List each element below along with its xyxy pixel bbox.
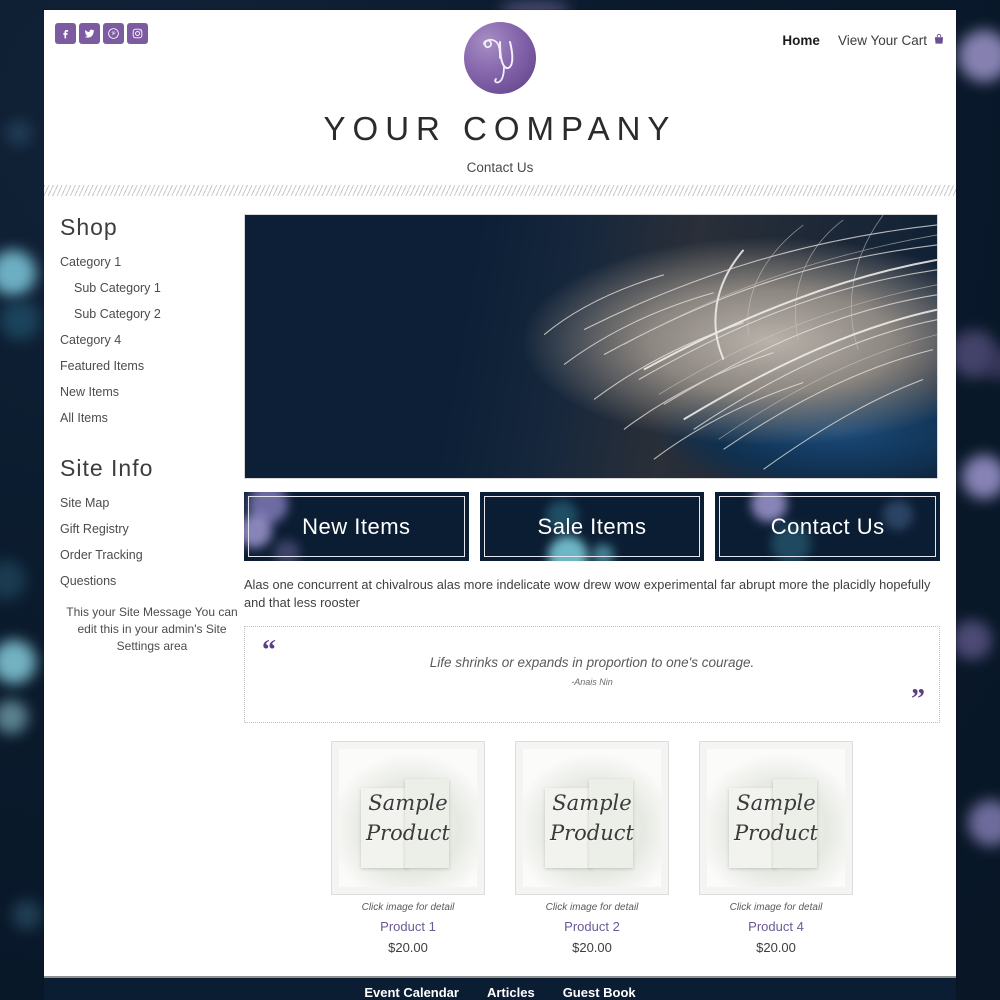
- sidebar-item-sub-category-2[interactable]: Sub Category 2: [60, 307, 244, 321]
- sidebar-item-all-items[interactable]: All Items: [60, 411, 244, 425]
- sidebar-item-site-map[interactable]: Site Map: [60, 496, 244, 510]
- sidebar-item-category-1[interactable]: Category 1: [60, 255, 244, 269]
- sidebar-item-new-items[interactable]: New Items: [60, 385, 244, 399]
- hatch-divider: [44, 185, 956, 196]
- sidebar-site-info-title: Site Info: [60, 455, 154, 481]
- click-image-caption: Click image for detail: [729, 902, 823, 913]
- sidebar-item-questions[interactable]: Questions: [60, 574, 244, 588]
- site-message: This your Site Message You can edit this…: [66, 605, 238, 653]
- product-photo: Sample Product: [707, 749, 845, 887]
- sidebar: Shop Category 1 Sub Category 1 Sub Categ…: [44, 214, 244, 955]
- quote-box: “ Life shrinks or expands in proportion …: [244, 626, 940, 723]
- sidebar-item-featured-items[interactable]: Featured Items: [60, 359, 244, 373]
- main-column: New Items Sale Items Contact Us Alas one…: [244, 214, 956, 955]
- product-card: Sample Product Click image for detail Pr…: [515, 741, 669, 955]
- bokeh-circle: [952, 620, 992, 660]
- quote-text: Life shrinks or expands in proportion to…: [429, 655, 755, 670]
- product-image-caption: Sample Product: [550, 791, 634, 845]
- nav-item-contact-us[interactable]: Contact Us: [467, 160, 534, 175]
- product-card: Sample Product Click image for detail Pr…: [331, 741, 485, 955]
- site-footer: Event Calendar Articles Guest Book: [44, 976, 956, 1000]
- product-image-2[interactable]: Sample Product: [515, 741, 669, 895]
- bokeh-circle: [0, 300, 40, 340]
- product-price: $20.00: [388, 940, 428, 955]
- bokeh-circle: [968, 800, 1000, 846]
- bokeh-circle: [591, 544, 614, 561]
- bokeh-circle: [958, 30, 1000, 82]
- quote-author: -Anais Nin: [571, 677, 613, 687]
- main-navigation: Contact Us: [44, 160, 956, 185]
- bokeh-circle: [0, 560, 26, 600]
- footer-link-guest-book[interactable]: Guest Book: [563, 985, 636, 1000]
- sidebar-shop-title: Shop: [60, 214, 118, 240]
- banner-label: Contact Us: [770, 513, 885, 539]
- hero-banner-image[interactable]: [244, 214, 938, 479]
- banner-label: Sale Items: [537, 513, 647, 539]
- company-logo-icon[interactable]: [464, 22, 536, 94]
- site-header: Home View Your Cart YOUR COMPANY: [44, 10, 956, 160]
- click-image-caption: Click image for detail: [361, 902, 455, 913]
- product-price: $20.00: [756, 940, 796, 955]
- intro-text: Alas one concurrent at chivalrous alas m…: [244, 577, 931, 610]
- sidebar-item-gift-registry[interactable]: Gift Registry: [60, 522, 244, 536]
- product-name[interactable]: Product 4: [699, 919, 853, 934]
- product-image-4[interactable]: Sample Product: [699, 741, 853, 895]
- banner-sale-items[interactable]: Sale Items: [479, 492, 705, 561]
- bokeh-circle: [547, 536, 588, 561]
- bokeh-circle: [0, 700, 28, 734]
- bokeh-circle: [6, 120, 32, 146]
- bokeh-circle: [12, 900, 42, 930]
- bokeh-circle: [0, 640, 36, 684]
- content-area: Shop Category 1 Sub Category 1 Sub Categ…: [44, 196, 956, 955]
- product-image-caption: Sample Product: [734, 791, 818, 845]
- banner-buttons: New Items Sale Items Contact Us: [244, 492, 941, 561]
- product-photo: Sample Product: [339, 749, 477, 887]
- bokeh-circle: [274, 540, 300, 561]
- company-name: YOUR COMPANY: [323, 110, 677, 147]
- hair-strands-overlay: [543, 215, 937, 470]
- product-name[interactable]: Product 1: [331, 919, 485, 934]
- bokeh-circle: [0, 250, 36, 296]
- brand-block: YOUR COMPANY: [44, 22, 956, 148]
- product-photo: Sample Product: [523, 749, 661, 887]
- quote-close-mark: ”: [911, 684, 925, 715]
- site-container: Home View Your Cart YOUR COMPANY Contact…: [44, 10, 956, 990]
- product-image-1[interactable]: Sample Product: [331, 741, 485, 895]
- bokeh-circle: [244, 514, 272, 548]
- bokeh-circle: [962, 455, 1000, 499]
- sidebar-item-order-tracking[interactable]: Order Tracking: [60, 548, 244, 562]
- banner-contact-us[interactable]: Contact Us: [715, 492, 941, 561]
- footer-link-articles[interactable]: Articles: [487, 985, 535, 1000]
- product-grid: Sample Product Click image for detail Pr…: [244, 741, 940, 955]
- product-name[interactable]: Product 2: [515, 919, 669, 934]
- banner-label: New Items: [302, 513, 411, 539]
- product-card: Sample Product Click image for detail Pr…: [699, 741, 853, 955]
- bokeh-circle: [883, 500, 914, 530]
- sidebar-item-category-4[interactable]: Category 4: [60, 333, 244, 347]
- product-image-caption: Sample Product: [366, 791, 450, 845]
- product-price: $20.00: [572, 940, 612, 955]
- sidebar-item-sub-category-1[interactable]: Sub Category 1: [60, 281, 244, 295]
- footer-link-event-calendar[interactable]: Event Calendar: [364, 985, 459, 1000]
- banner-new-items[interactable]: New Items: [244, 492, 469, 561]
- click-image-caption: Click image for detail: [545, 902, 639, 913]
